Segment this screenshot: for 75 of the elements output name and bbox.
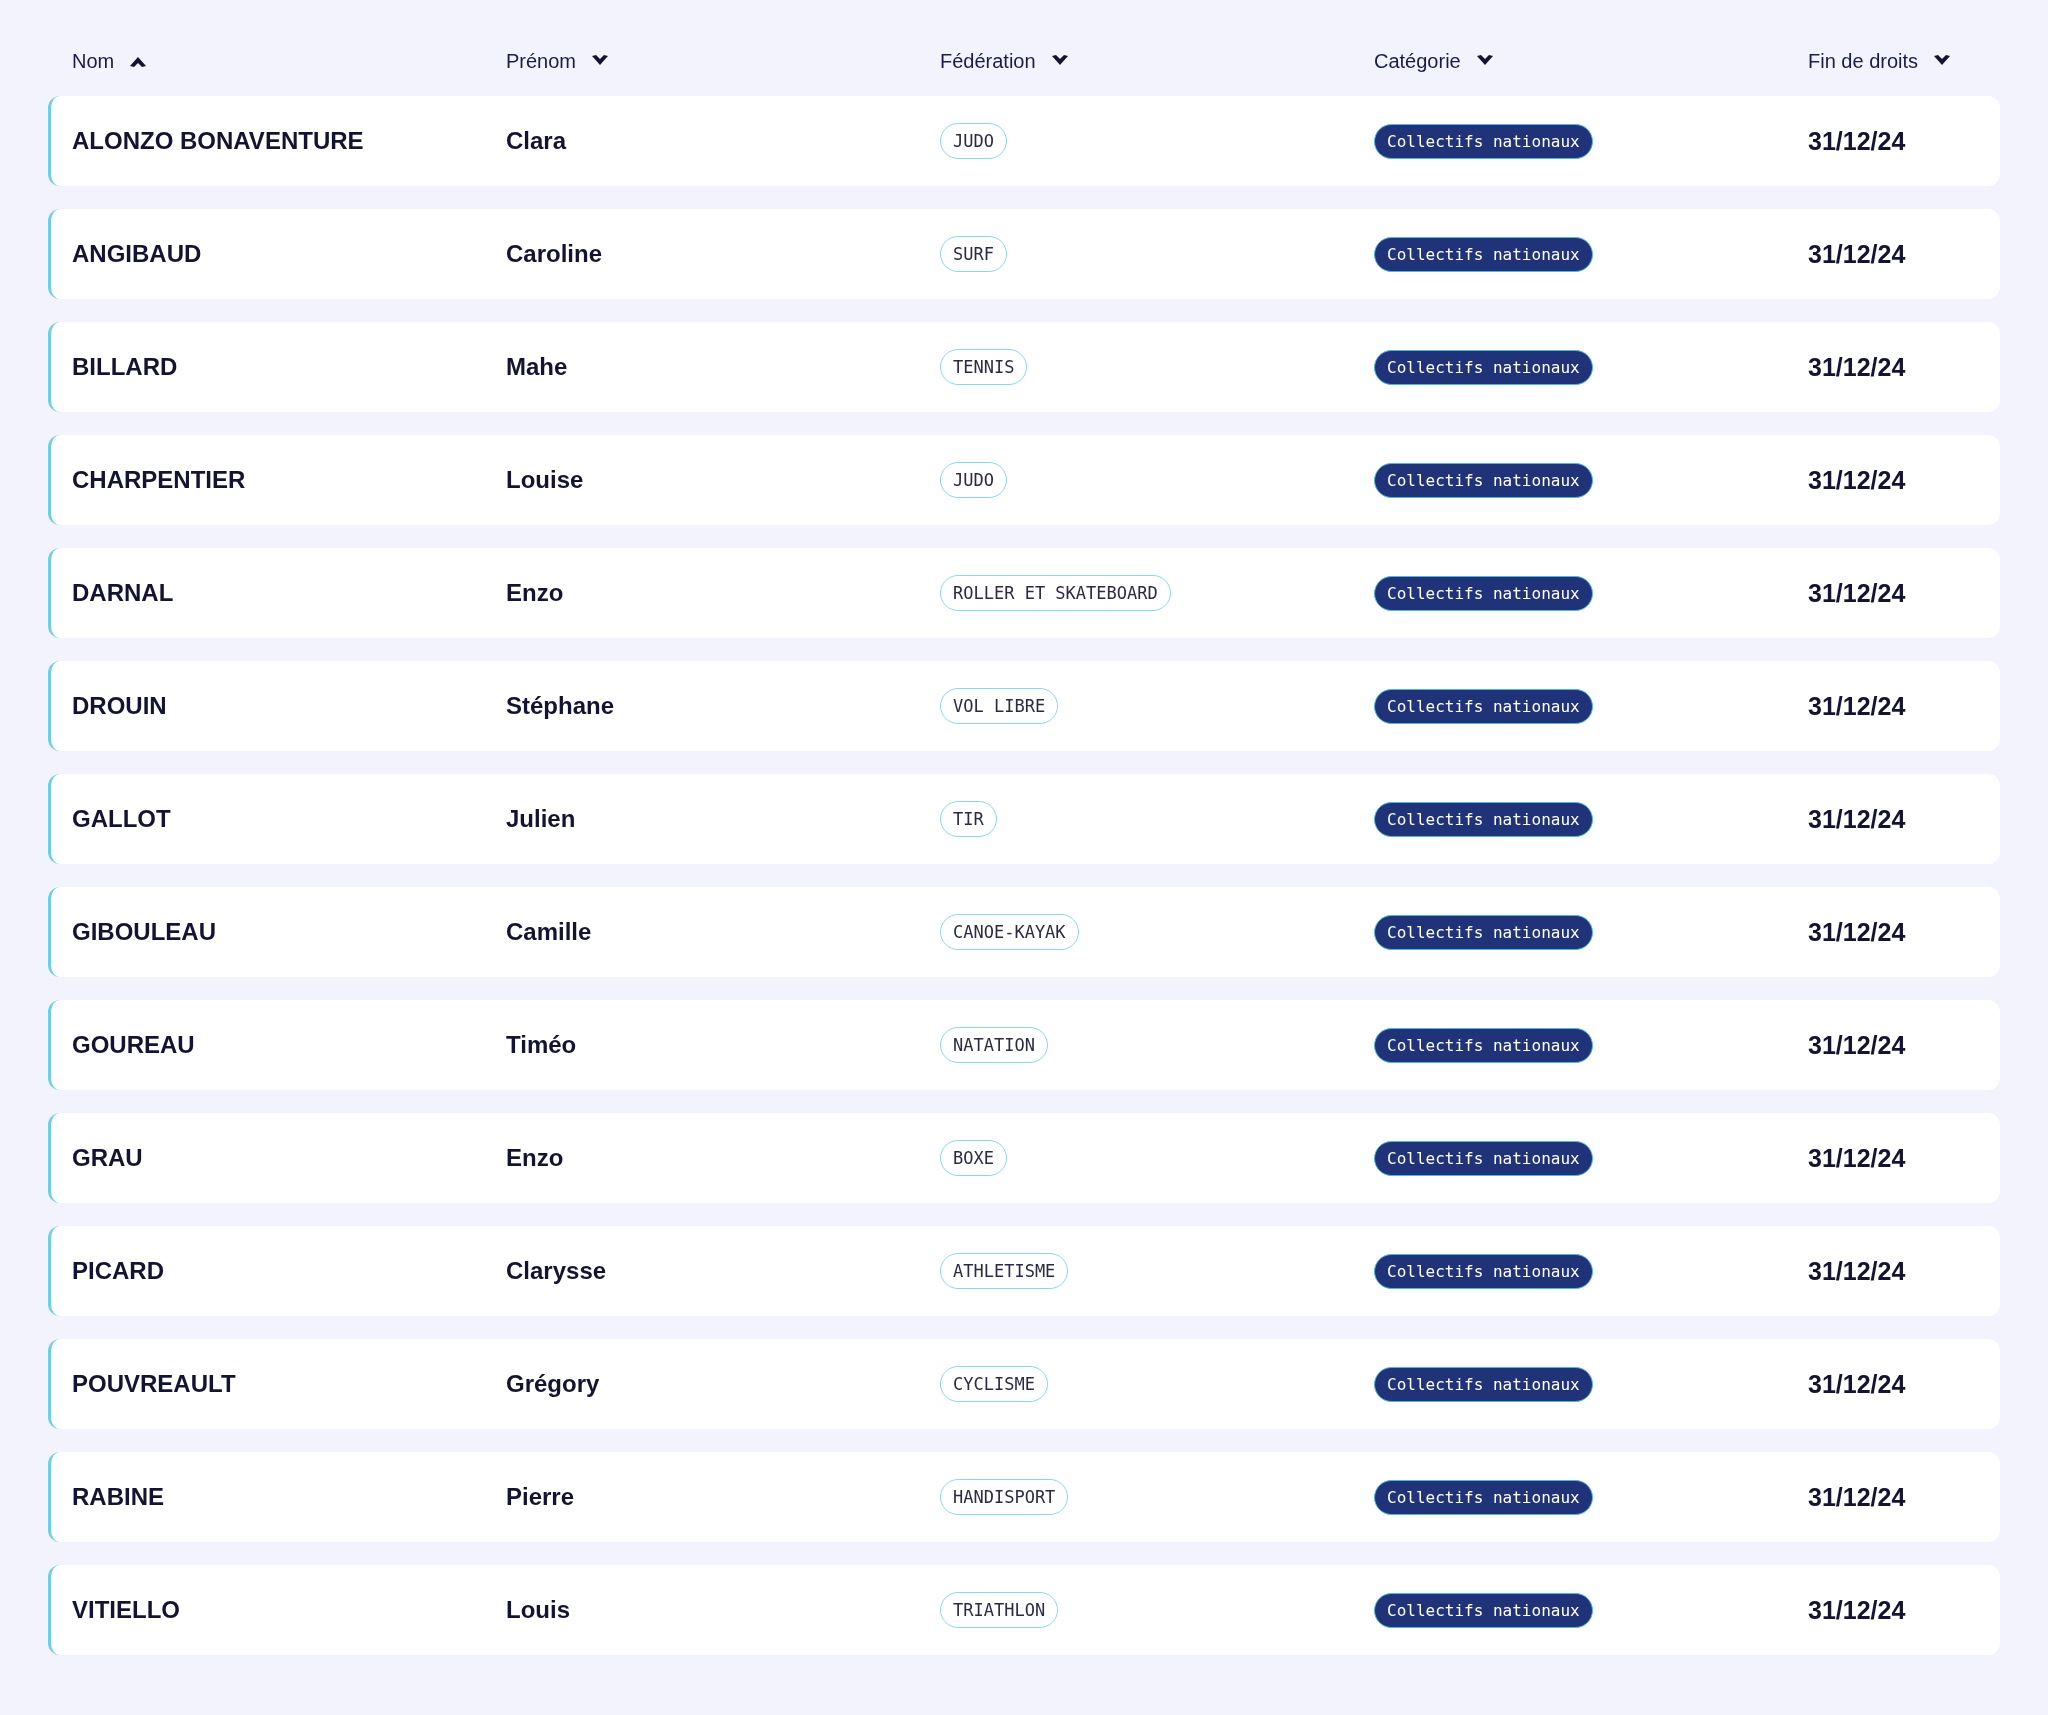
category-tag: Collectifs nationaux [1374,914,1593,950]
first-name: Camille [506,918,593,946]
first-name: Timéo [506,1031,578,1059]
category-tag: Collectifs nationaux [1374,688,1593,724]
end-date: 31/12/24 [1808,917,1907,947]
category-tag: Collectifs nationaux [1374,123,1593,159]
category-tag: Collectifs nationaux [1374,236,1593,272]
first-name: Clara [506,127,568,155]
column-header[interactable]: Fédération [940,49,1070,73]
end-date: 31/12/24 [1808,126,1907,156]
end-date: 31/12/24 [1808,1369,1907,1399]
end-date: 31/12/24 [1808,352,1907,382]
first-name: Stéphane [506,692,616,720]
category-tag: Collectifs nationaux [1374,575,1593,611]
first-name: Caroline [506,240,604,268]
last-name: ALONZO BONAVENTURE [72,127,365,155]
last-name: GOUREAU [72,1031,196,1059]
column-header[interactable]: Nom [72,49,149,73]
table-row[interactable]: GALLOT Julien TIR Collectifs nationaux 31/12/24 [48,774,2000,864]
category-tag: Collectifs nationaux [1374,1140,1593,1176]
last-name: GRAU [72,1144,144,1172]
column-header[interactable]: Fin de droits [1808,49,1953,73]
last-name: ANGIBAUD [72,240,203,268]
last-name: GALLOT [72,805,172,833]
end-date: 31/12/24 [1808,1256,1907,1286]
first-name: Enzo [506,579,565,607]
last-name: DROUIN [72,692,168,720]
last-name: PICARD [72,1257,165,1285]
end-date: 31/12/24 [1808,1595,1907,1625]
table-row[interactable]: GOUREAU Timéo NATATION Collectifs nationaux 31/12/24 [48,1000,2000,1090]
table-row[interactable]: RABINE Pierre HANDISPORT Collectifs nationaux 31/12/24 [48,1452,2000,1542]
first-name: Enzo [506,1144,565,1172]
last-name: CHARPENTIER [72,466,247,494]
column-header[interactable]: Prénom [506,49,611,73]
end-date: 31/12/24 [1808,1143,1907,1173]
last-name: POUVREAULT [72,1370,237,1398]
table-row[interactable]: ALONZO BONAVENTURE Clara JUDO Collectifs nationaux 31/12/24 [48,96,2000,186]
category-tag: Collectifs nationaux [1374,1479,1593,1515]
table-row[interactable]: GRAU Enzo BOXE Collectifs nationaux 31/12/24 [48,1113,2000,1203]
first-name: Louise [506,466,585,494]
first-name: Clarysse [506,1257,608,1285]
last-name: BILLARD [72,353,179,381]
table-row[interactable]: GIBOULEAU Camille CANOE-KAYAK Collectifs nationaux 31/12/24 [48,887,2000,977]
category-tag: Collectifs nationaux [1374,462,1593,498]
category-tag: Collectifs nationaux [1374,1253,1593,1289]
category-tag: Collectifs nationaux [1374,1592,1593,1628]
category-tag: Collectifs nationaux [1374,801,1593,837]
first-name: Grégory [506,1370,601,1398]
table-row[interactable]: ANGIBAUD Caroline SURF Collectifs nationaux 31/12/24 [48,209,2000,299]
category-tag: Collectifs nationaux [1374,1027,1593,1063]
first-name: Pierre [506,1483,576,1511]
end-date: 31/12/24 [1808,691,1907,721]
table-row[interactable]: PICARD Clarysse ATHLETISME Collectifs nationaux 31/12/24 [48,1226,2000,1316]
end-date: 31/12/24 [1808,804,1907,834]
category-tag: Collectifs nationaux [1374,1366,1593,1402]
first-name: Julien [506,805,577,833]
end-date: 31/12/24 [1808,465,1907,495]
end-date: 31/12/24 [1808,578,1907,608]
first-name: Mahe [506,353,569,381]
first-name: Louis [506,1596,571,1624]
last-name: GIBOULEAU [72,918,217,946]
end-date: 31/12/24 [1808,1030,1907,1060]
last-name: VITIELLO [72,1596,181,1624]
table-row[interactable]: DROUIN Stéphane VOL LIBRE Collectifs nationaux 31/12/24 [48,661,2000,751]
table-row[interactable]: BILLARD Mahe TENNIS Collectifs nationaux 31/12/24 [48,322,2000,412]
table-row[interactable]: POUVREAULT Grégory CYCLISME Collectifs nationaux 31/12/24 [48,1339,2000,1429]
table-row[interactable]: DARNAL Enzo ROLLER ET SKATEBOARD Collectifs nationaux 31/12/24 [48,548,2000,638]
table-row[interactable]: CHARPENTIER Louise JUDO Collectifs nationaux 31/12/24 [48,435,2000,525]
end-date: 31/12/24 [1808,239,1907,269]
column-header[interactable]: Catégorie [1374,49,1495,73]
end-date: 31/12/24 [1808,1482,1907,1512]
table-row[interactable]: VITIELLO Louis TRIATHLON Collectifs nationaux 31/12/24 [48,1565,2000,1655]
last-name: RABINE [72,1483,165,1511]
last-name: DARNAL [72,579,175,607]
category-tag: Collectifs nationaux [1374,349,1593,385]
